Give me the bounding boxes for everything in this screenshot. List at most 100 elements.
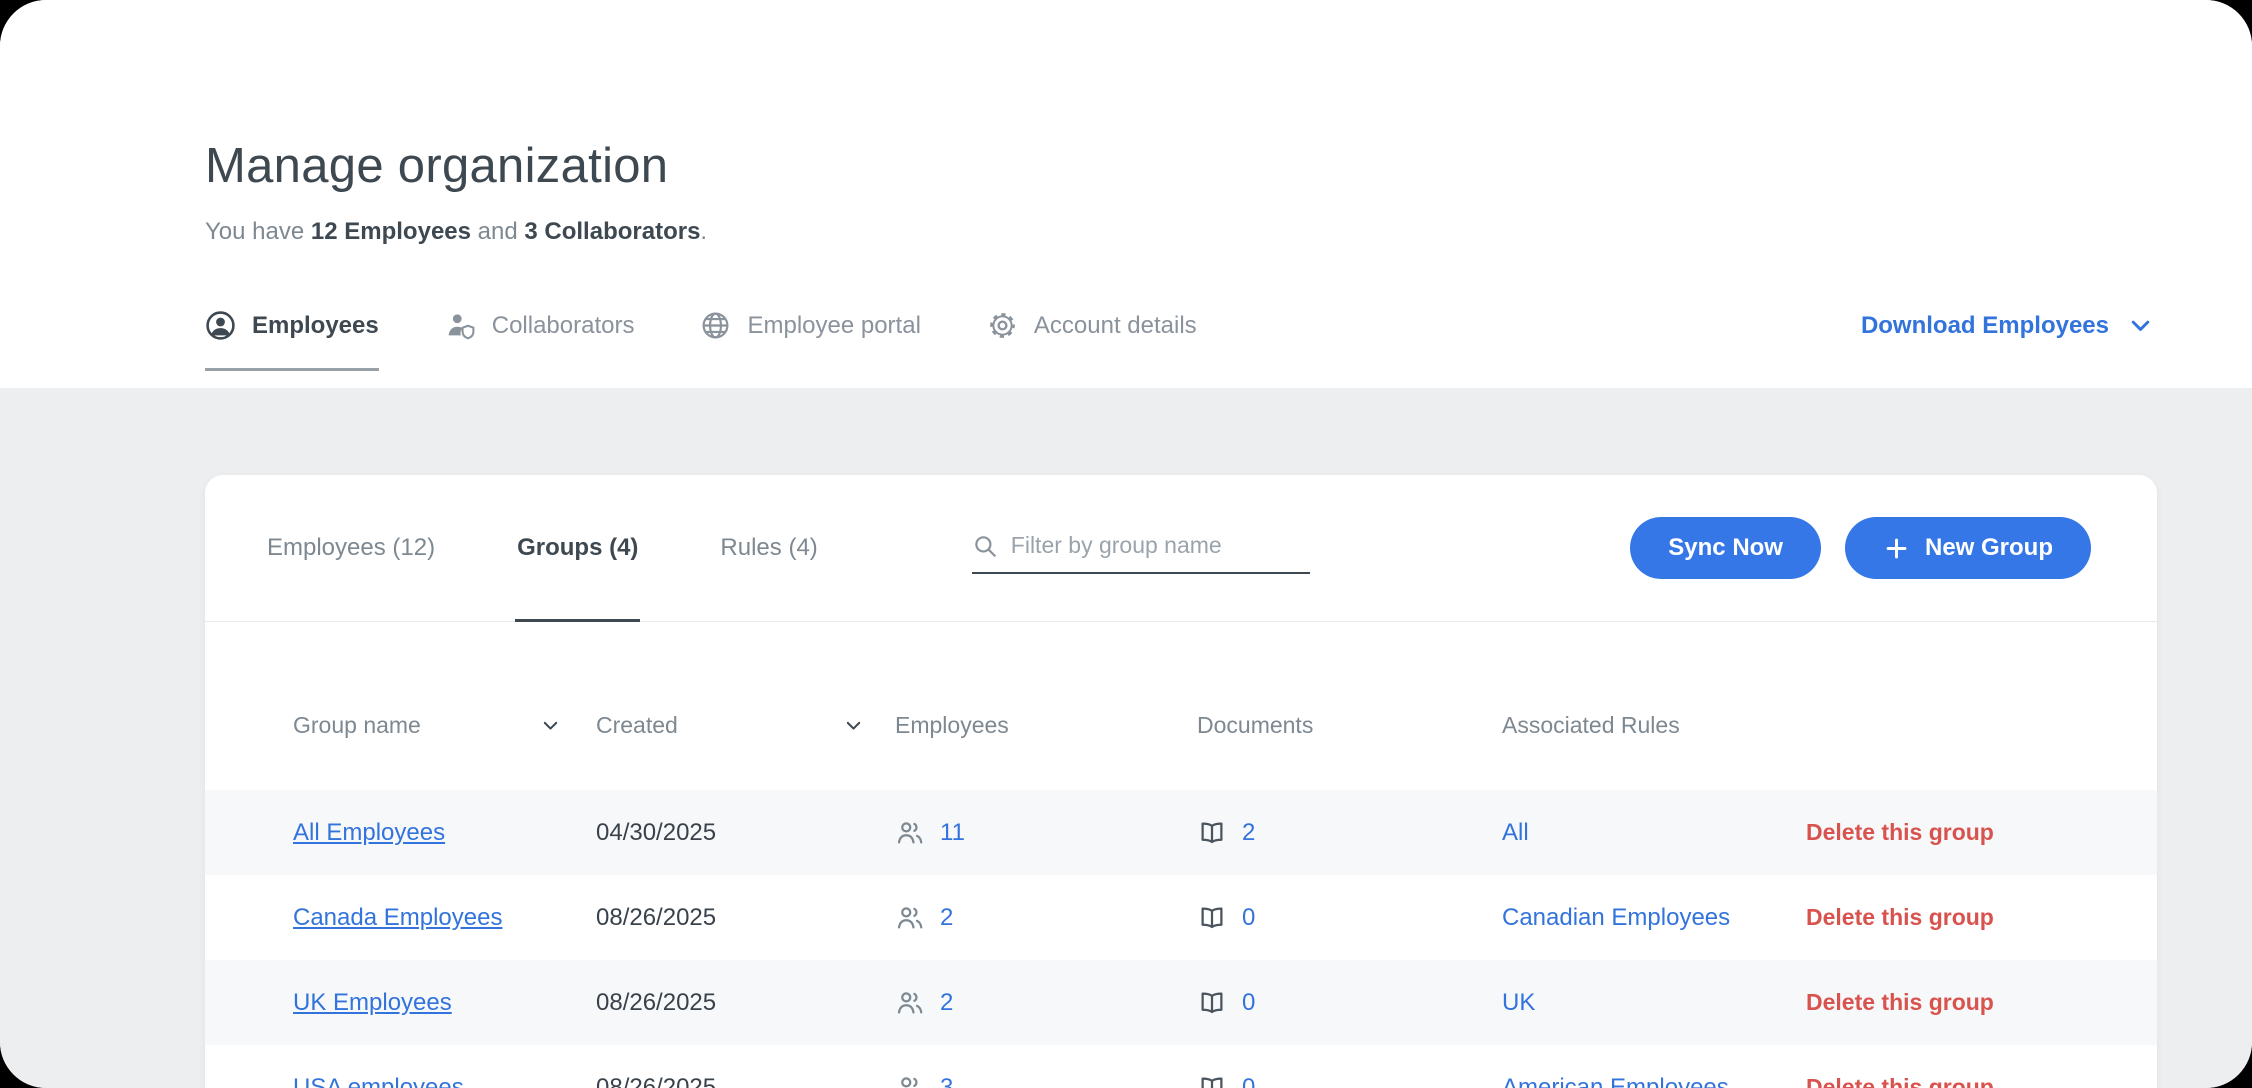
subtitle-text: You have bbox=[205, 218, 311, 245]
tab-label: Employees (12) bbox=[267, 534, 435, 562]
employees-count[interactable]: 3 bbox=[940, 1074, 953, 1088]
associated-rule-link[interactable]: All bbox=[1502, 819, 1529, 846]
documents-count[interactable]: 0 bbox=[1242, 904, 1255, 932]
new-group-label: New Group bbox=[1925, 534, 2053, 562]
chevron-down-icon bbox=[540, 715, 561, 736]
groups-card: Employees (12) Groups (4) Rules (4) bbox=[205, 475, 2157, 1088]
group-filter-input[interactable] bbox=[1011, 532, 1310, 559]
column-header-label: Group name bbox=[293, 712, 421, 739]
person-shield-icon bbox=[445, 310, 476, 341]
chevron-down-icon bbox=[2127, 312, 2154, 339]
tab-groups-4[interactable]: Groups (4) bbox=[515, 475, 640, 621]
table-row: All Employees 04/30/2025 11 2 bbox=[205, 790, 2157, 875]
delete-group-link[interactable]: Delete this group bbox=[1806, 904, 1994, 930]
tab-employees[interactable]: Employees bbox=[205, 310, 379, 341]
new-group-button[interactable]: New Group bbox=[1845, 517, 2091, 579]
created-date: 08/26/2025 bbox=[596, 1074, 895, 1088]
group-name-link[interactable]: All Employees bbox=[293, 819, 445, 846]
employees-count-cell: 3 bbox=[895, 1073, 1197, 1088]
group-name-link[interactable]: UK Employees bbox=[293, 989, 452, 1016]
book-icon bbox=[1197, 988, 1227, 1018]
documents-count-cell: 0 bbox=[1197, 903, 1502, 933]
table-row: UK Employees 08/26/2025 2 0 UK bbox=[205, 960, 2157, 1045]
page-header: Manage organization You have 12 Employee… bbox=[0, 0, 2252, 388]
column-header-label: Associated Rules bbox=[1502, 712, 1806, 739]
employees-count: 12 Employees bbox=[311, 218, 471, 245]
book-icon bbox=[1197, 1073, 1227, 1088]
delete-group-link[interactable]: Delete this group bbox=[1806, 819, 1994, 845]
documents-count[interactable]: 2 bbox=[1242, 819, 1255, 847]
collaborators-count: 3 Collaborators bbox=[524, 218, 700, 245]
header-tabs-row: Employees Collaborators bbox=[205, 310, 2154, 341]
column-header-label: Created bbox=[596, 712, 678, 739]
associated-rule-link[interactable]: American Employees bbox=[1502, 1074, 1729, 1088]
book-icon bbox=[1197, 903, 1227, 933]
employees-count-cell: 2 bbox=[895, 988, 1197, 1018]
created-date: 08/26/2025 bbox=[596, 989, 895, 1017]
employees-count[interactable]: 2 bbox=[940, 989, 953, 1017]
column-header-label: Employees bbox=[895, 712, 1197, 739]
sort-created[interactable]: Created bbox=[596, 712, 864, 739]
table-header: Group name Created Employees Documents A… bbox=[205, 622, 2157, 790]
download-employees-button[interactable]: Download Employees bbox=[1861, 312, 2154, 340]
people-icon bbox=[895, 1073, 925, 1088]
documents-count[interactable]: 0 bbox=[1242, 1074, 1255, 1088]
employees-count[interactable]: 2 bbox=[940, 904, 953, 932]
table-row: Canada Employees 08/26/2025 2 0 bbox=[205, 875, 2157, 960]
group-name-link[interactable]: USA employees bbox=[293, 1074, 464, 1088]
search-icon bbox=[972, 533, 998, 559]
associated-rule-link[interactable]: UK bbox=[1502, 989, 1535, 1016]
people-icon bbox=[895, 818, 925, 848]
delete-group-link[interactable]: Delete this group bbox=[1806, 1074, 1994, 1088]
employees-count-cell: 11 bbox=[895, 818, 1197, 848]
subtitle-text: . bbox=[700, 218, 707, 245]
created-date: 04/30/2025 bbox=[596, 819, 895, 847]
documents-count-cell: 0 bbox=[1197, 1073, 1502, 1088]
associated-rule-link[interactable]: Canadian Employees bbox=[1502, 904, 1730, 931]
plus-icon bbox=[1883, 535, 1910, 562]
tab-collaborators[interactable]: Collaborators bbox=[445, 310, 635, 341]
delete-group-link[interactable]: Delete this group bbox=[1806, 989, 1994, 1015]
tab-label: Rules (4) bbox=[720, 534, 817, 562]
tab-label: Employee portal bbox=[747, 312, 920, 340]
documents-count-cell: 2 bbox=[1197, 818, 1502, 848]
page-title: Manage organization bbox=[205, 138, 2154, 194]
sync-now-button[interactable]: Sync Now bbox=[1630, 517, 1821, 579]
tab-account-details[interactable]: Account details bbox=[987, 310, 1197, 341]
documents-count[interactable]: 0 bbox=[1242, 989, 1255, 1017]
table-body: All Employees 04/30/2025 11 2 bbox=[205, 790, 2157, 1088]
employees-count[interactable]: 11 bbox=[940, 819, 965, 847]
subtitle-text: and bbox=[471, 218, 524, 245]
sync-now-label: Sync Now bbox=[1668, 534, 1783, 562]
people-icon bbox=[895, 988, 925, 1018]
download-employees-label: Download Employees bbox=[1861, 312, 2109, 340]
column-header-label: Documents bbox=[1197, 712, 1502, 739]
globe-icon bbox=[700, 310, 731, 341]
tab-label: Groups (4) bbox=[517, 534, 638, 562]
tab-employee-portal[interactable]: Employee portal bbox=[700, 310, 920, 341]
created-date: 08/26/2025 bbox=[596, 904, 895, 932]
sort-group-name[interactable]: Group name bbox=[293, 712, 561, 739]
header-tabs: Employees Collaborators bbox=[205, 310, 1197, 341]
page-subtitle: You have 12 Employees and 3 Collaborator… bbox=[205, 218, 2154, 246]
card-header: Employees (12) Groups (4) Rules (4) bbox=[205, 475, 2157, 622]
card-tabs: Employees (12) Groups (4) Rules (4) bbox=[265, 475, 820, 621]
book-icon bbox=[1197, 818, 1227, 848]
tab-label: Collaborators bbox=[492, 312, 635, 340]
app-window: Manage organization You have 12 Employee… bbox=[0, 0, 2252, 1088]
tab-label: Employees bbox=[252, 312, 379, 340]
documents-count-cell: 0 bbox=[1197, 988, 1502, 1018]
page-content: Employees (12) Groups (4) Rules (4) bbox=[0, 388, 2252, 1088]
tab-label: Account details bbox=[1034, 312, 1197, 340]
employees-count-cell: 2 bbox=[895, 903, 1197, 933]
group-filter bbox=[972, 532, 1310, 574]
tab-rules-4[interactable]: Rules (4) bbox=[718, 475, 819, 621]
card-actions: Sync Now New Group bbox=[1630, 517, 2091, 579]
person-circle-icon bbox=[205, 310, 236, 341]
group-name-link[interactable]: Canada Employees bbox=[293, 904, 502, 931]
table-row: USA employees 08/26/2025 3 0 A bbox=[205, 1045, 2157, 1088]
gear-icon bbox=[987, 310, 1018, 341]
chevron-down-icon bbox=[843, 715, 864, 736]
people-icon bbox=[895, 903, 925, 933]
tab-employees-12[interactable]: Employees (12) bbox=[265, 475, 437, 621]
